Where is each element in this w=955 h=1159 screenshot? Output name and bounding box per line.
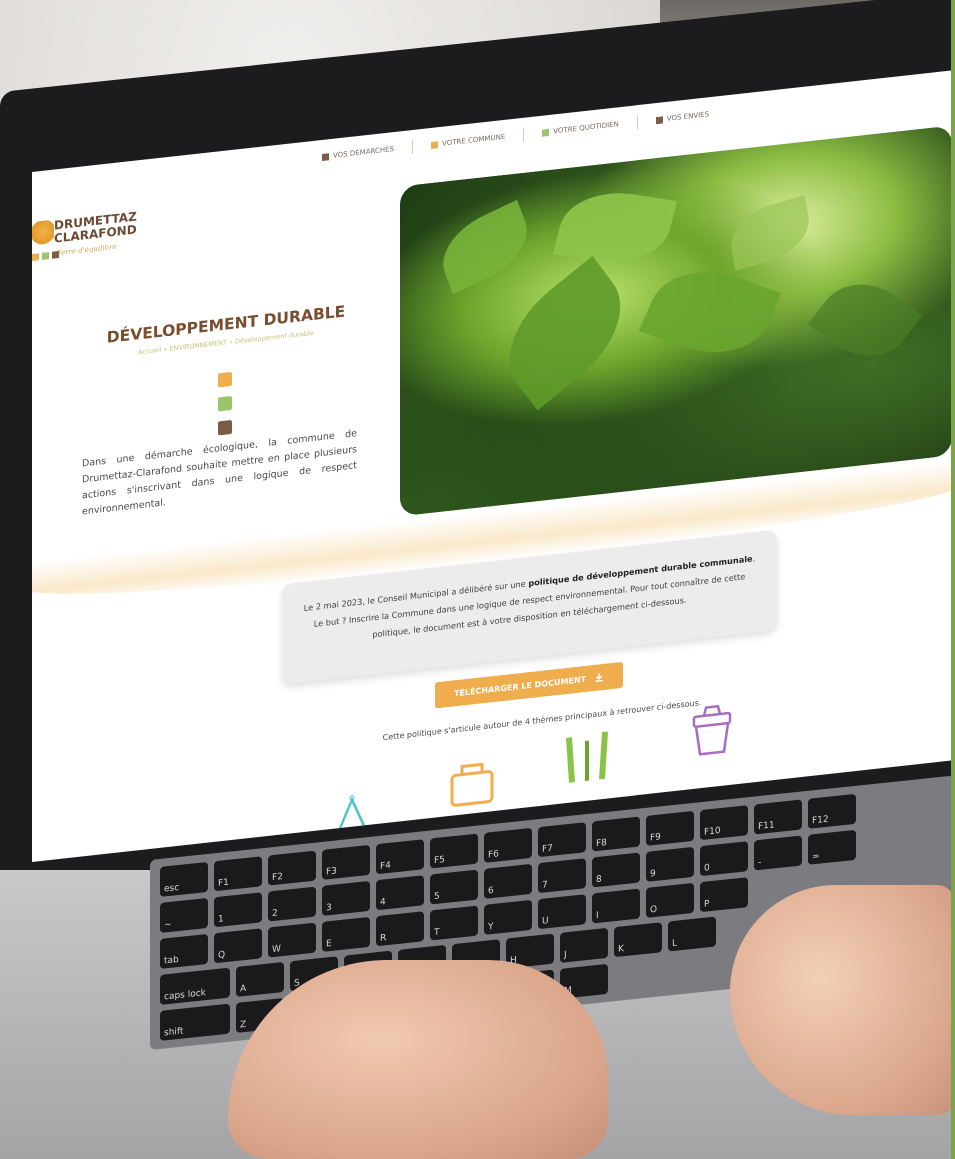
keyboard-key[interactable]: = bbox=[808, 829, 856, 865]
nav-item-demarches[interactable]: VOS DÉMARCHES bbox=[322, 142, 394, 164]
keyboard-key[interactable]: shift bbox=[160, 1003, 230, 1041]
keyboard-key[interactable]: tab bbox=[160, 933, 208, 969]
keyboard-key[interactable]: F10 bbox=[700, 805, 748, 841]
keyboard-key[interactable]: 8 bbox=[592, 852, 640, 888]
download-button-label: TÉLÉCHARGER LE DOCUMENT bbox=[453, 674, 587, 698]
keyboard-key[interactable]: F4 bbox=[376, 839, 424, 875]
laptop-screen: VOS DÉMARCHES VOTRE COMMUNE VOTRE QUOTID… bbox=[32, 70, 952, 863]
nav-divider bbox=[523, 127, 525, 142]
nav-item-label: VOTRE COMMUNE bbox=[442, 132, 506, 148]
keyboard-key[interactable]: Q bbox=[214, 928, 262, 964]
frame-edge bbox=[951, 0, 955, 1159]
keyboard-key[interactable]: F6 bbox=[484, 827, 532, 863]
keyboard-key[interactable]: F1 bbox=[214, 856, 262, 892]
keyboard-key[interactable]: F2 bbox=[268, 850, 316, 886]
keyboard-key[interactable]: caps lock bbox=[160, 967, 230, 1005]
logo-squares bbox=[32, 251, 59, 261]
logo-text: DRUMETTAZ CLARAFOND bbox=[54, 209, 137, 245]
keyboard-key[interactable]: T bbox=[430, 905, 478, 941]
keyboard-key[interactable]: ~ bbox=[160, 897, 208, 933]
leaf-shape bbox=[485, 255, 645, 411]
leaf-shape bbox=[725, 195, 815, 271]
keyboard-key[interactable]: F11 bbox=[754, 799, 802, 835]
keyboard-key[interactable]: O bbox=[646, 882, 694, 918]
keyboard-key[interactable]: K bbox=[614, 922, 662, 958]
keyboard-key[interactable]: J bbox=[560, 927, 608, 963]
keyboard-key[interactable]: R bbox=[376, 911, 424, 947]
download-document-button[interactable]: TÉLÉCHARGER LE DOCUMENT bbox=[435, 661, 623, 709]
nav-divider bbox=[636, 115, 638, 130]
nav-divider bbox=[412, 139, 414, 155]
leaf-shape bbox=[638, 254, 782, 370]
plant-icon[interactable] bbox=[557, 722, 617, 789]
keyboard-key[interactable]: U bbox=[538, 894, 586, 930]
decor-square-orange bbox=[218, 371, 232, 388]
nav-item-label: VOTRE QUOTIDIEN bbox=[553, 120, 619, 136]
trash-bin-icon[interactable] bbox=[682, 694, 742, 761]
decor-square-brown bbox=[218, 419, 232, 436]
site-logo[interactable]: DRUMETTAZ CLARAFOND Terre d'équilibre bbox=[32, 209, 142, 261]
keyboard-key[interactable]: 4 bbox=[376, 875, 424, 911]
themes-intro: Cette politique s'articule autour de 4 t… bbox=[382, 698, 702, 743]
nav-square-icon bbox=[322, 152, 329, 161]
nav-item-envies[interactable]: VOS ENVIES bbox=[655, 107, 710, 127]
keyboard-key[interactable]: E bbox=[322, 916, 370, 952]
keyboard-key[interactable]: 3 bbox=[322, 880, 370, 916]
hero-image-leaves bbox=[400, 125, 952, 517]
intro-paragraph: Dans une démarche écologique, la commune… bbox=[82, 428, 357, 518]
shopping-bag-icon[interactable] bbox=[442, 750, 502, 817]
keyboard-key[interactable]: 2 bbox=[268, 886, 316, 922]
nav-item-quotidien[interactable]: VOTRE QUOTIDIEN bbox=[542, 117, 619, 139]
keyboard-key[interactable]: 1 bbox=[214, 892, 262, 928]
nav-square-icon bbox=[431, 140, 439, 149]
keyboard-key[interactable]: 6 bbox=[484, 863, 532, 899]
keyboard-key[interactable]: F8 bbox=[592, 816, 640, 852]
logo-square-green bbox=[42, 252, 49, 260]
keyboard-key[interactable]: esc bbox=[160, 861, 208, 897]
leaf-shape bbox=[432, 199, 538, 295]
keyboard-key[interactable]: P bbox=[700, 877, 748, 913]
keyboard-key[interactable]: 7 bbox=[538, 858, 586, 894]
keyboard-key[interactable]: L bbox=[668, 916, 716, 952]
keyboard-key[interactable]: F3 bbox=[322, 844, 370, 880]
nav-square-icon bbox=[542, 128, 550, 137]
keyboard-key[interactable]: A bbox=[236, 961, 284, 997]
download-icon bbox=[595, 673, 603, 682]
keyboard-key[interactable]: F7 bbox=[538, 822, 586, 858]
keyboard-key[interactable]: W bbox=[268, 922, 316, 958]
logo-tagline: Terre d'équilibre bbox=[57, 242, 117, 258]
logo-square-orange bbox=[32, 253, 39, 261]
tree-icon bbox=[32, 219, 54, 250]
decor-square-green bbox=[218, 395, 232, 412]
keyboard-key[interactable]: F12 bbox=[808, 793, 856, 829]
nav-item-commune[interactable]: VOTRE COMMUNE bbox=[431, 130, 505, 152]
leaf-shape bbox=[552, 184, 678, 271]
keyboard-key[interactable]: 0 bbox=[700, 841, 748, 877]
keyboard-key[interactable]: F5 bbox=[430, 833, 478, 869]
keyboard-key[interactable]: 9 bbox=[646, 846, 694, 882]
keyboard-key[interactable]: F9 bbox=[646, 810, 694, 846]
keyboard-key[interactable]: - bbox=[754, 835, 802, 871]
keyboard-key[interactable]: I bbox=[592, 888, 640, 924]
nav-item-label: VOS DÉMARCHES bbox=[333, 145, 395, 160]
nav-item-label: VOS ENVIES bbox=[666, 110, 710, 123]
keyboard-key[interactable]: Y bbox=[484, 899, 532, 935]
nav-square-icon bbox=[655, 115, 663, 124]
leaf-shape bbox=[808, 265, 922, 375]
keyboard-key[interactable]: 5 bbox=[430, 869, 478, 905]
